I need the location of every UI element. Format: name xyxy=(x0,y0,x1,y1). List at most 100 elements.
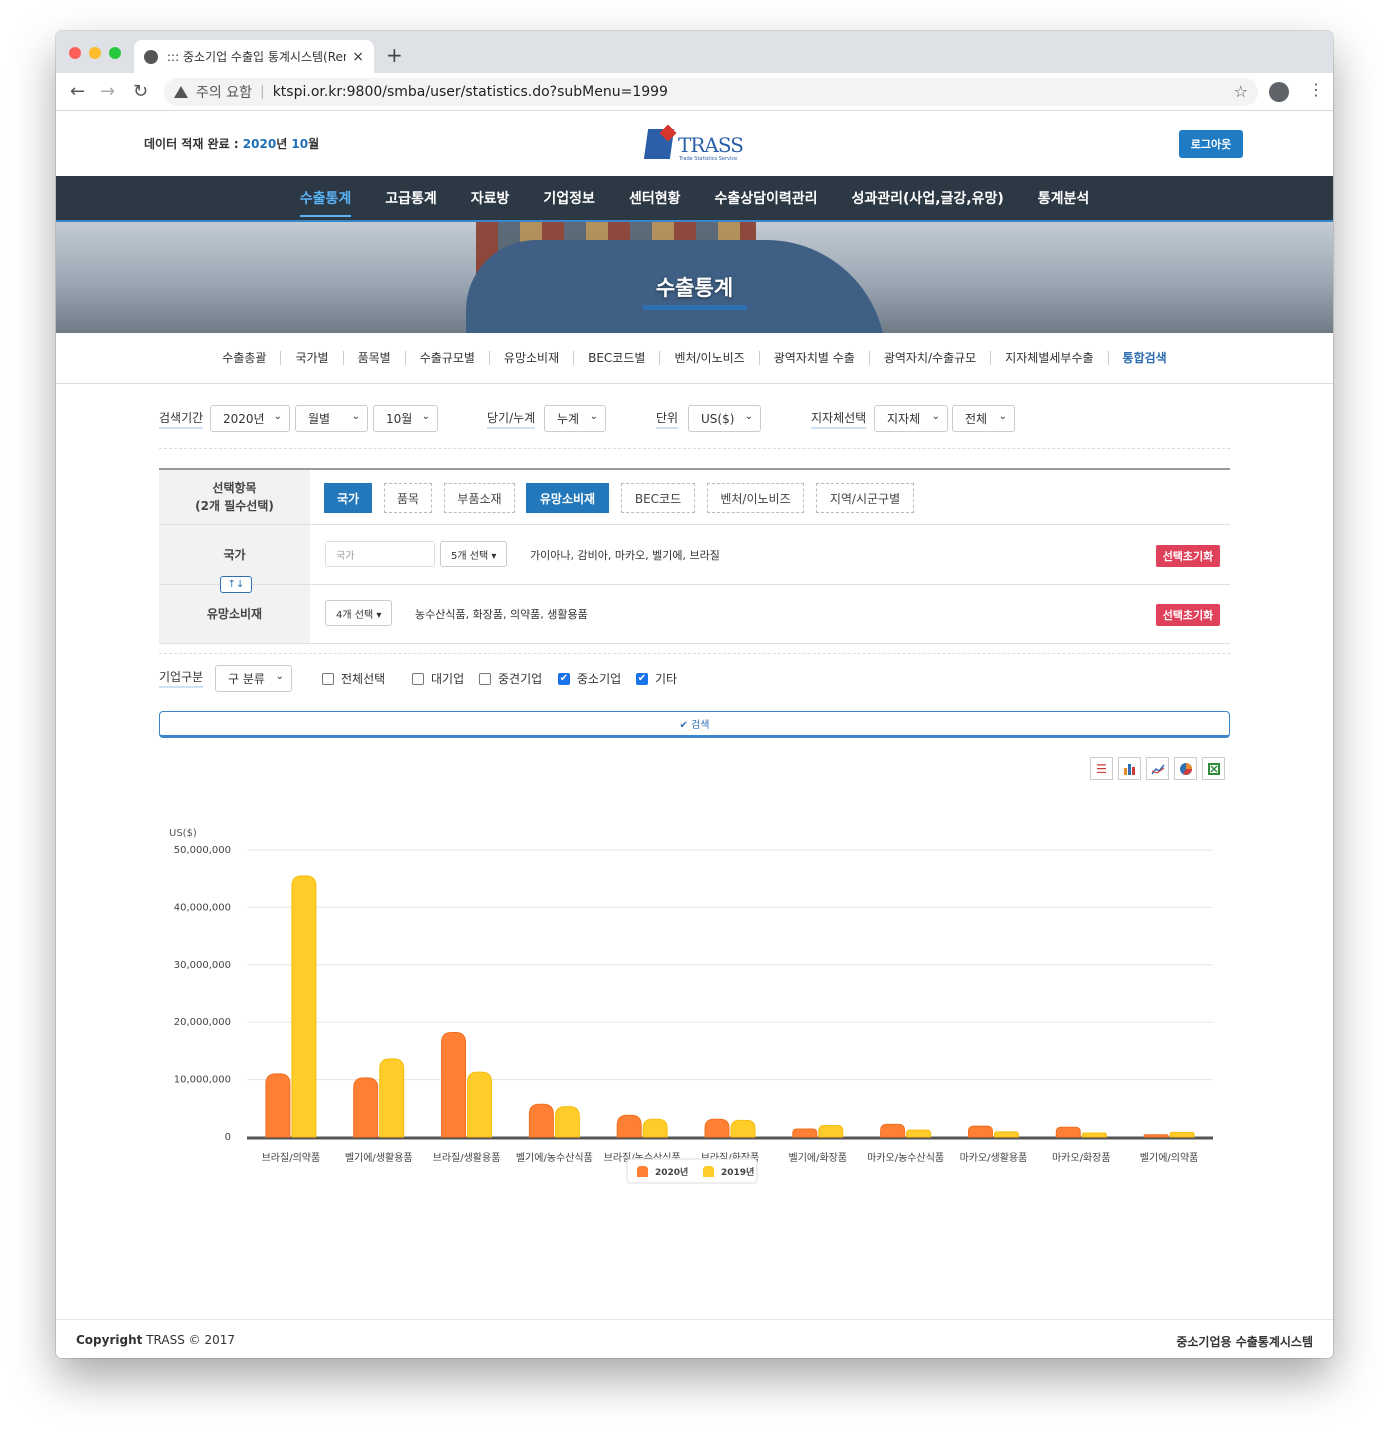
consumer-goods-selected-values: 농수산식품, 화장품, 의약품, 생활용품 xyxy=(415,608,588,621)
company-checkbox-3[interactable]: ✔ 중소기업 xyxy=(558,670,621,687)
company-checkbox-label: 대기업 xyxy=(431,672,465,686)
filter-row: 검색기간 2020년 ⌄ 월별 ⌄ 10월 ⌄ 당기/누계 누계 ⌄ 단위 US($) ⌄… xyxy=(159,405,1230,449)
subnav-item-province[interactable]: 광역자치별 수출 xyxy=(760,351,870,365)
subnav-item-consumer-goods[interactable]: 유망소비재 xyxy=(490,351,575,365)
nav-item-consult-history[interactable]: 수출상담이력관리 xyxy=(714,188,817,208)
kebab-menu-icon[interactable]: ⋮ xyxy=(1308,80,1324,99)
table-icon[interactable]: ☰ xyxy=(1090,757,1113,780)
nav-item-export-stats[interactable]: 수출통계 xyxy=(299,188,351,217)
chip-country[interactable]: 국가 xyxy=(324,483,372,513)
chip-consumer-goods[interactable]: 유망소비재 xyxy=(526,483,609,513)
year-select[interactable]: 2020년 ⌄ xyxy=(210,405,290,432)
region-type-select[interactable]: 지자체 ⌄ xyxy=(874,405,948,432)
nav-item-center-status[interactable]: 센터현황 xyxy=(629,188,681,208)
year-suffix: 년 xyxy=(276,137,292,151)
close-window-button[interactable] xyxy=(69,47,81,59)
tab-close-icon[interactable]: × xyxy=(352,49,364,65)
checkbox-checked-icon[interactable]: ✔ xyxy=(558,672,570,685)
nav-item-performance[interactable]: 성과관리(사업,글강,유망) xyxy=(852,188,1004,208)
forward-arrow-icon[interactable]: → xyxy=(100,81,115,102)
maximize-window-button[interactable] xyxy=(109,47,121,59)
bar-2019 xyxy=(730,1119,756,1138)
country-reset-button[interactable]: 선택초기화 xyxy=(1156,545,1220,567)
footer: Copyright TRASS © 2017 중소기업용 수출통계시스템 xyxy=(56,1319,1333,1358)
company-classification-select[interactable]: 구 분류 ⌄ xyxy=(215,665,292,692)
nav-item-advanced-stats[interactable]: 고급통계 xyxy=(385,188,437,208)
chip-product[interactable]: 품목 xyxy=(384,483,432,513)
browser-tab[interactable]: ::: 중소기업 수출입 통계시스템(Ren × xyxy=(134,40,374,73)
selection-head-title: 선택항목 xyxy=(212,481,257,495)
nav-item-analysis[interactable]: 통계분석 xyxy=(1038,188,1090,208)
trass-logo[interactable]: TRASS Trade Statistics Service xyxy=(643,124,746,163)
company-checkbox-label: 기타 xyxy=(655,672,678,686)
consumer-goods-reset-button[interactable]: 선택초기화 xyxy=(1156,604,1220,626)
main-nav: 수출통계 고급통계 자료방 기업정보 센터현황 수출상담이력관리 성과관리(사업… xyxy=(56,176,1333,222)
swap-rows-icon[interactable]: ↑↓ xyxy=(220,576,252,593)
company-checkbox-2[interactable]: 중견기업 xyxy=(479,670,542,687)
subnav-item-summary[interactable]: 수출총괄 xyxy=(208,351,282,365)
address-bar[interactable]: 주의 요함 | ktspi.or.kr:9800/smba/user/stati… xyxy=(164,78,1258,106)
region-select[interactable]: 전체 ⌄ xyxy=(952,405,1015,432)
x-tick-label: 마카오/생활용품 xyxy=(960,1151,1028,1164)
nav-item-company-info[interactable]: 기업정보 xyxy=(543,188,595,208)
line-chart-icon[interactable] xyxy=(1146,757,1169,780)
legend-label: 2019년 xyxy=(721,1166,754,1178)
checkbox-icon[interactable] xyxy=(479,672,491,685)
excel-icon[interactable] xyxy=(1202,757,1225,780)
bar-2019 xyxy=(1081,1132,1107,1138)
chip-venture[interactable]: 벤처/이노비즈 xyxy=(707,483,804,513)
consumer-goods-dropdown-button[interactable]: 4개 선택 ▾ xyxy=(325,600,393,626)
y-tick-label: 30,000,000 xyxy=(174,960,231,971)
subnav-item-bec[interactable]: BEC코드별 xyxy=(574,351,661,365)
reload-icon[interactable]: ↻ xyxy=(133,81,148,102)
company-checkbox-1[interactable]: 대기업 xyxy=(412,670,464,687)
tab-bar: ::: 중소기업 수출입 통계시스템(Ren × + xyxy=(56,31,1333,73)
period-label: 검색기간 xyxy=(159,409,204,429)
logout-button[interactable]: 로그아웃 xyxy=(1179,130,1243,158)
subnav-item-integrated-search[interactable]: 통합검색 xyxy=(1109,351,1181,365)
subnav-item-venture[interactable]: 벤처/이노비즈 xyxy=(660,351,760,365)
subnav-item-scale[interactable]: 수출규모별 xyxy=(406,351,490,365)
subnav-item-product[interactable]: 품목별 xyxy=(344,351,406,365)
profile-icon[interactable] xyxy=(1269,82,1289,102)
checkbox-icon[interactable] xyxy=(322,672,334,685)
legend-swatch xyxy=(637,1166,648,1177)
chip-region[interactable]: 지역/시군구별 xyxy=(816,483,914,513)
consumer-goods-row: 유망소비재 4개 선택 ▾ 농수산식품, 화장품, 의약품, 생활용품 선택초기… xyxy=(159,585,1230,644)
company-checkbox-4[interactable]: ✔ 기타 xyxy=(636,670,677,687)
minimize-window-button[interactable] xyxy=(89,47,101,59)
country-dropdown-button[interactable]: 5개 선택 ▾ xyxy=(440,541,508,567)
excel-glyph xyxy=(1207,762,1220,775)
copyright-rest: TRASS © 2017 xyxy=(142,1333,235,1347)
unit-select[interactable]: US($) ⌄ xyxy=(688,405,761,432)
warning-icon xyxy=(174,86,188,98)
checkbox-checked-icon[interactable]: ✔ xyxy=(636,672,648,685)
x-tick-label: 마카오/화장품 xyxy=(1052,1152,1111,1164)
checkbox-icon[interactable] xyxy=(412,672,424,685)
bookmark-star-icon[interactable]: ☆ xyxy=(1234,82,1248,101)
month-select[interactable]: 10월 ⌄ xyxy=(373,405,438,432)
nav-item-resources[interactable]: 자료방 xyxy=(471,188,510,208)
security-warning-label: 주의 요함 xyxy=(196,85,252,101)
back-arrow-icon[interactable]: ← xyxy=(70,81,85,102)
chart-view-toolbar: ☰ xyxy=(1090,757,1230,781)
period-type-select[interactable]: 월별 ⌄ xyxy=(295,405,368,432)
search-button[interactable]: ✔ 검색 xyxy=(159,711,1230,738)
company-checkbox-0[interactable]: 전체선택 xyxy=(322,670,385,687)
country-selected-values: 가이아나, 감비아, 마카오, 벨기에, 브라질 xyxy=(530,549,720,562)
chip-bec[interactable]: BEC코드 xyxy=(621,483,695,513)
bar-chart-icon[interactable] xyxy=(1118,757,1141,780)
bar-2019 xyxy=(1169,1131,1195,1138)
subnav-item-local-detail[interactable]: 지자체별세부수출 xyxy=(991,351,1109,365)
chip-parts[interactable]: 부품소재 xyxy=(444,483,515,513)
pie-chart-icon[interactable] xyxy=(1174,757,1197,780)
country-row: 국가 국가 5개 선택 ▾ 가이아나, 감비아, 마카오, 벨기에, 브라질 선… xyxy=(159,525,1230,585)
cumul-select[interactable]: 누계 ⌄ xyxy=(544,405,606,432)
country-select[interactable]: 국가 xyxy=(325,541,435,567)
x-tick-label: 브라질/생활용품 xyxy=(433,1151,501,1164)
bar-2019 xyxy=(642,1118,668,1138)
subnav-item-country[interactable]: 국가별 xyxy=(281,351,344,365)
new-tab-button[interactable]: + xyxy=(386,43,403,67)
subnav-item-province-scale[interactable]: 광역자치/수출규모 xyxy=(870,351,992,365)
logo-subtitle: Trade Statistics Service xyxy=(679,156,738,162)
